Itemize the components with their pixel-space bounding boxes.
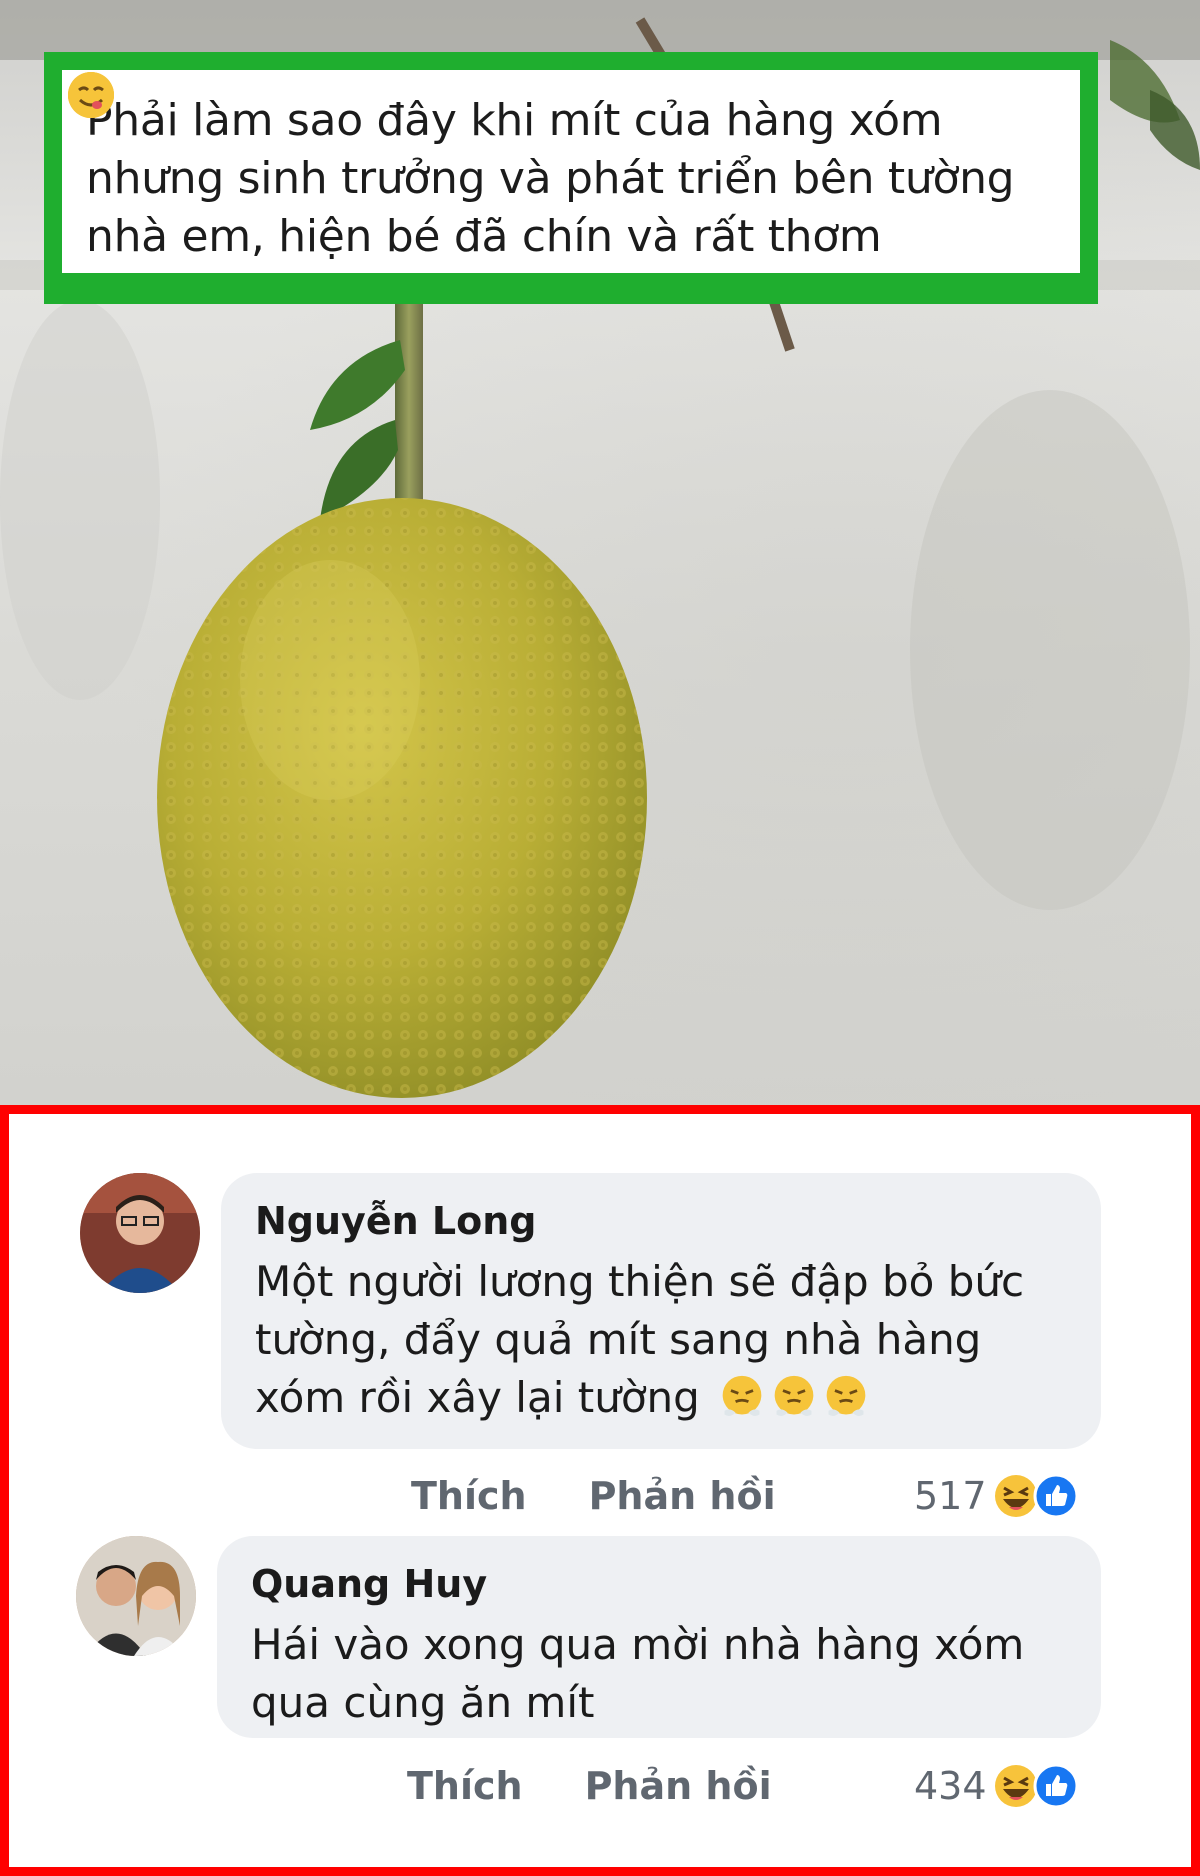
reaction-count: 434 <box>914 1764 987 1808</box>
steam-from-nose-emoji <box>774 1375 814 1416</box>
like-button[interactable]: Thích <box>411 1474 527 1518</box>
post-caption-panel: Phải làm sao đây khi mít của hàng xóm nh… <box>62 70 1080 273</box>
comment-bubble: Quang Huy Hái vào xong qua mời nhà hàng … <box>217 1536 1101 1738</box>
comment-body: Một người lương thiện sẽ đập bỏ bức tườn… <box>255 1257 1025 1422</box>
like-icon <box>1033 1473 1079 1519</box>
reaction-summary[interactable]: 517 <box>914 1471 1079 1521</box>
like-button[interactable]: Thích <box>407 1764 523 1808</box>
reaction-summary[interactable]: 434 <box>914 1761 1079 1811</box>
comment-author[interactable]: Nguyễn Long <box>255 1199 1067 1243</box>
avatar[interactable] <box>80 1173 200 1293</box>
steam-from-nose-emoji <box>722 1375 762 1416</box>
user-avatar-image <box>80 1173 200 1293</box>
like-icon <box>1033 1763 1079 1809</box>
comment-actions: Thích Phản hồi <box>407 1761 834 1811</box>
reply-button[interactable]: Phản hồi <box>585 1764 772 1808</box>
user-avatar-image <box>76 1536 196 1656</box>
post-photo: Phải làm sao đây khi mít của hàng xóm nh… <box>0 0 1200 1105</box>
post-caption: Phải làm sao đây khi mít của hàng xóm nh… <box>68 72 1060 266</box>
post-caption-box: Phải làm sao đây khi mít của hàng xóm nh… <box>44 52 1098 304</box>
comment-bubble: Nguyễn Long Một người lương thiện sẽ đập… <box>221 1173 1101 1449</box>
avatar[interactable] <box>76 1536 196 1656</box>
reply-button[interactable]: Phản hồi <box>589 1474 776 1518</box>
savoring-face-emoji <box>68 72 114 118</box>
comment-text: Một người lương thiện sẽ đập bỏ bức tườn… <box>255 1253 1067 1427</box>
post-caption-text: Phải làm sao đây khi mít của hàng xóm nh… <box>86 95 1015 262</box>
steam-from-nose-emoji <box>826 1375 866 1416</box>
comments-section: Nguyễn Long Một người lương thiện sẽ đập… <box>0 1105 1200 1876</box>
reaction-count: 517 <box>914 1474 987 1518</box>
comment-author[interactable]: Quang Huy <box>251 1562 1067 1606</box>
comment-text: Hái vào xong qua mời nhà hàng xóm qua cù… <box>251 1620 1025 1727</box>
comment-actions: Thích Phản hồi <box>411 1471 838 1521</box>
